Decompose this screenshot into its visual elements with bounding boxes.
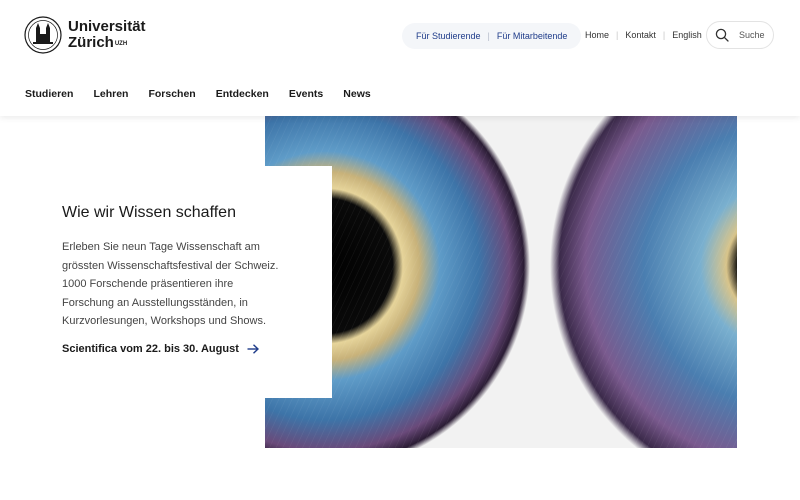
link-english[interactable]: English (672, 30, 702, 40)
nav-item-news[interactable]: News (343, 88, 370, 100)
meta-links: Home | Kontakt | English (585, 30, 702, 40)
iris-illustration (265, 116, 737, 448)
hero-image-eyes (265, 116, 737, 448)
nav-item-forschen[interactable]: Forschen (148, 88, 195, 100)
hero-link-label: Scientifica vom 22. bis 30. August (62, 343, 239, 355)
hero-title: Wie wir Wissen schaffen (62, 204, 236, 221)
search-icon (715, 28, 729, 42)
hero-cta-link[interactable]: Scientifica vom 22. bis 30. August (62, 343, 259, 355)
audience-links: Für Studierende | Für Mitarbeitende (402, 23, 582, 49)
logo-wordmark: Universität ZürichUZH (68, 19, 146, 51)
search-label: Suche (739, 30, 765, 40)
university-seal-icon (24, 16, 62, 54)
link-fuer-studierende[interactable]: Für Studierende (416, 31, 481, 41)
logo-line-2-text: Zürich (68, 34, 114, 51)
link-home[interactable]: Home (585, 30, 609, 40)
main-nav: Studieren Lehren Forschen Entdecken Even… (25, 88, 391, 100)
site-header: Universität ZürichUZH Für Studierende | … (0, 0, 800, 116)
hero-description: Erleben Sie neun Tage Wissenschaft am gr… (62, 241, 279, 327)
logo-suffix: UZH (114, 41, 128, 47)
logo-line-2: ZürichUZH (68, 35, 146, 51)
arrow-right-icon (247, 344, 259, 354)
nav-item-studieren[interactable]: Studieren (25, 88, 73, 100)
separator: | (487, 31, 490, 41)
nav-item-events[interactable]: Events (289, 88, 323, 100)
separator: | (662, 30, 666, 40)
uzh-logo[interactable]: Universität ZürichUZH (24, 16, 146, 54)
nav-item-entdecken[interactable]: Entdecken (216, 88, 269, 100)
logo-line-1: Universität (68, 18, 146, 35)
link-kontakt[interactable]: Kontakt (625, 30, 656, 40)
link-fuer-mitarbeitende[interactable]: Für Mitarbeitende (497, 31, 568, 41)
nav-item-lehren[interactable]: Lehren (93, 88, 128, 100)
search-button[interactable]: Suche (706, 21, 774, 49)
separator: | (616, 30, 619, 40)
